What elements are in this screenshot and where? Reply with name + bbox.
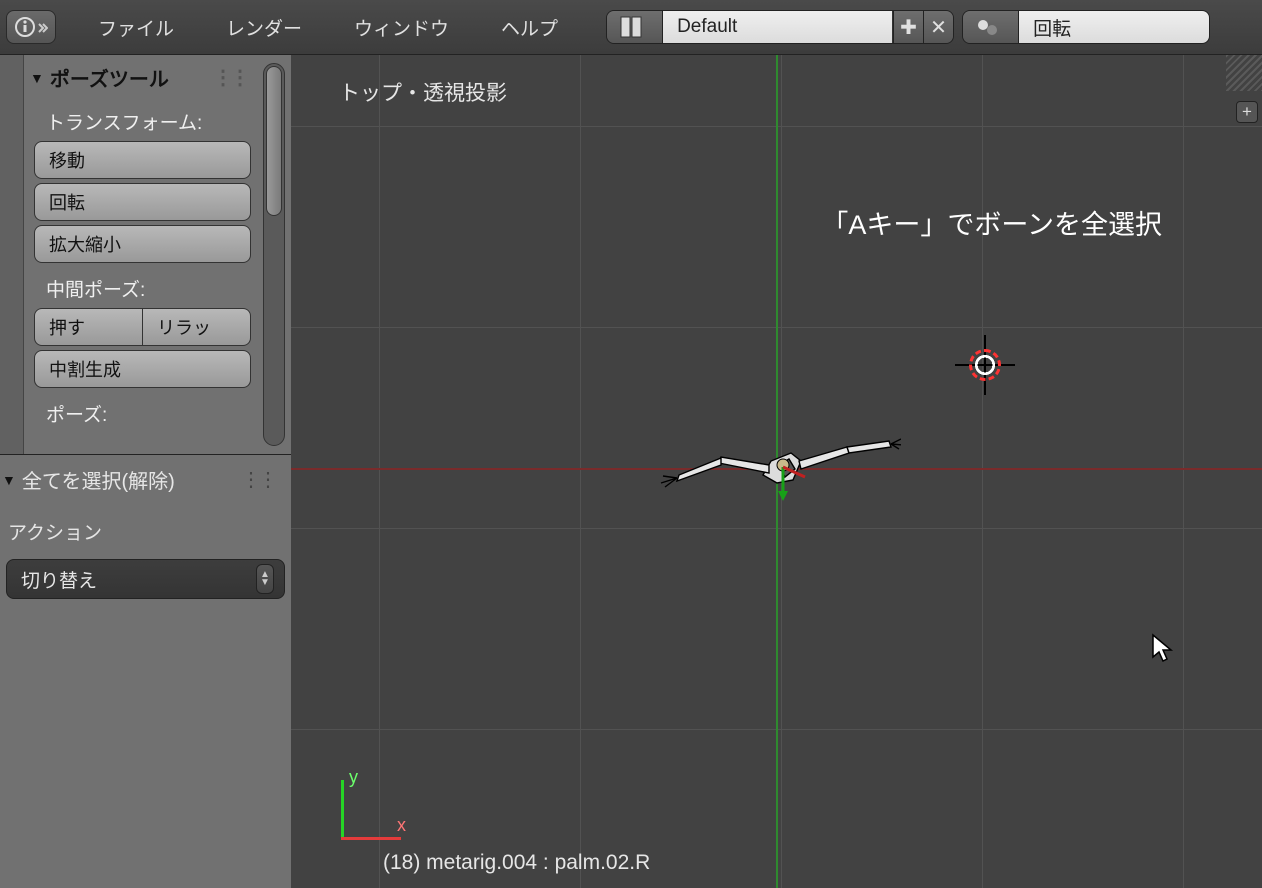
menu-window[interactable]: ウィンドウ [328, 14, 475, 41]
transform-section-label: トランスフォーム: [24, 100, 291, 141]
tools-panel: ▼ ポーズツール ⋮⋮ トランスフォーム: 移動 回転 拡大縮小 中間ポーズ: … [0, 55, 291, 455]
rotate-button[interactable]: 回転 [34, 183, 251, 221]
menu-file[interactable]: ファイル [72, 14, 200, 41]
top-menu-bar: ファイル レンダー ウィンドウ ヘルプ Default ✚ ✕ 回転 [0, 0, 1262, 55]
screen-layout-selector[interactable]: Default ✚ ✕ [606, 10, 954, 44]
layout-add-button[interactable]: ✚ [893, 11, 923, 43]
y-axis-line [776, 55, 778, 888]
scale-button[interactable]: 拡大縮小 [34, 225, 251, 263]
pose-tools-title: ポーズツール [50, 63, 169, 92]
collapse-triangle-icon: ▼ [30, 70, 44, 86]
action-label: アクション [0, 504, 291, 559]
area-split-corner[interactable] [1226, 55, 1262, 91]
relax-button[interactable]: リラッ [143, 308, 251, 346]
pose-tools-header[interactable]: ▼ ポーズツール ⋮⋮ [24, 55, 291, 100]
translate-button[interactable]: 移動 [34, 141, 251, 179]
layout-remove-button[interactable]: ✕ [923, 11, 953, 43]
menu-help[interactable]: ヘルプ [475, 14, 584, 41]
layout-browse-icon[interactable] [607, 11, 663, 43]
tool-shelf: ▼ ポーズツール ⋮⋮ トランスフォーム: 移動 回転 拡大縮小 中間ポーズ: … [0, 55, 291, 888]
tutorial-annotation: 「Aキー」でボーンを全選択 [821, 203, 1162, 242]
axis-x-label: x [397, 815, 406, 836]
scene-name-field[interactable]: 回転 [1019, 11, 1209, 43]
scene-browse-icon[interactable] [963, 11, 1019, 43]
scene-selector[interactable]: 回転 [962, 10, 1210, 44]
info-editor-icon-button[interactable] [6, 10, 56, 44]
object-status-label: (18) metarig.004 : palm.02.R [383, 851, 650, 875]
action-select-value: 切り替え [21, 566, 97, 593]
axis-y-label: y [349, 767, 358, 788]
open-properties-button[interactable]: + [1236, 101, 1258, 123]
projection-label: トップ・透視投影 [339, 77, 507, 107]
pose-section-label: ポーズ: [24, 392, 291, 433]
collapse-triangle-icon: ▼ [2, 472, 16, 488]
grip-icon: ⋮⋮ [241, 467, 275, 492]
scrollbar-thumb[interactable] [266, 66, 282, 216]
tools-scrollbar[interactable] [263, 63, 285, 446]
breakdown-button[interactable]: 中割生成 [34, 350, 251, 388]
push-button[interactable]: 押す [34, 308, 143, 346]
operator-title: 全てを選択(解除) [22, 465, 175, 494]
inbetween-section-label: 中間ポーズ: [24, 267, 291, 308]
3d-viewport[interactable]: トップ・透視投影 「Aキー」でボーンを全選択 (18) metarig.004 … [291, 55, 1262, 888]
action-select[interactable]: 切り替え ▲▼ [6, 559, 285, 599]
grip-icon: ⋮⋮ [213, 65, 247, 90]
select-arrows-icon: ▲▼ [256, 564, 274, 594]
operator-panel: ▼ 全てを選択(解除) ⋮⋮ アクション 切り替え ▲▼ [0, 455, 291, 888]
operator-panel-header[interactable]: ▼ 全てを選択(解除) ⋮⋮ [0, 455, 291, 504]
menu-render[interactable]: レンダー [200, 14, 328, 41]
layout-name-field[interactable]: Default [663, 11, 893, 43]
tools-tab-strip[interactable] [0, 55, 24, 454]
